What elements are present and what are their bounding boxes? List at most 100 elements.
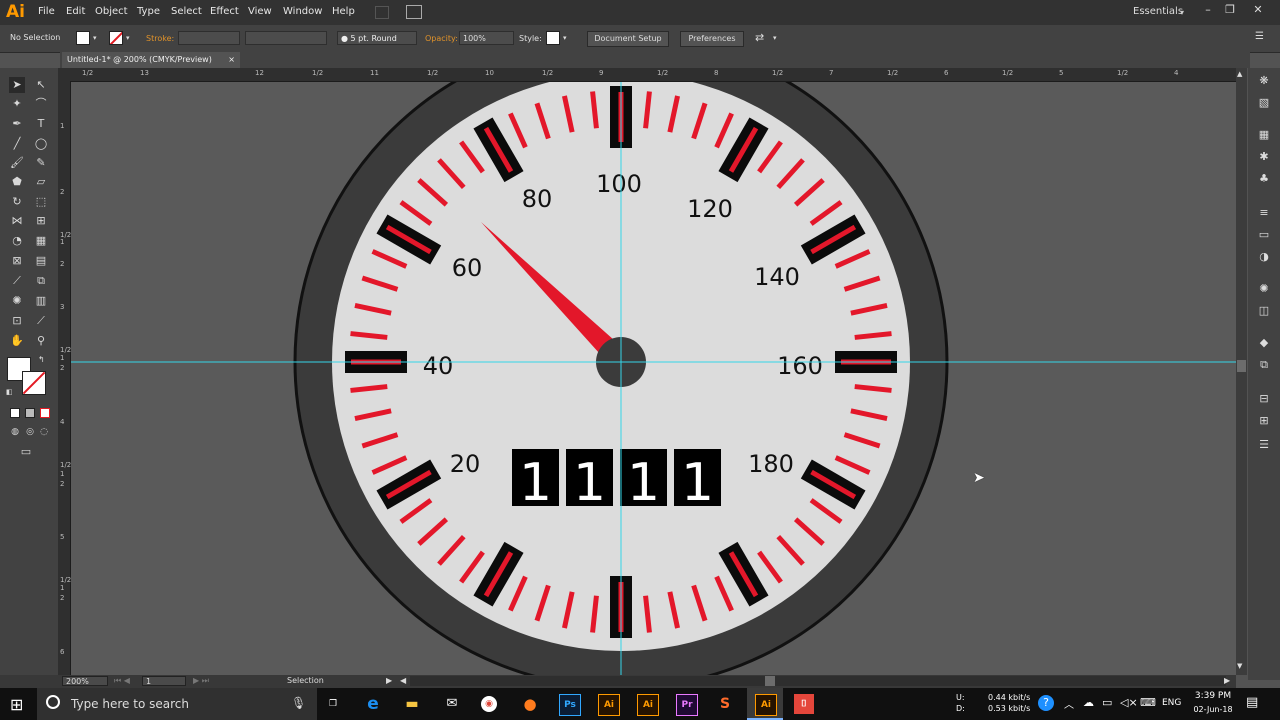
- microphone-icon[interactable]: 🎙: [291, 696, 306, 710]
- opacity-field[interactable]: 100%: [459, 31, 514, 45]
- close-tab-icon[interactable]: ×: [228, 52, 235, 68]
- stroke-weight-field[interactable]: [178, 31, 240, 45]
- gradient-panel-icon[interactable]: ▭: [1256, 228, 1272, 242]
- chevron-down-icon[interactable]: ▾: [93, 34, 97, 42]
- magic-wand-tool-icon[interactable]: ✦: [9, 96, 25, 112]
- chevron-down-icon[interactable]: ▾: [126, 34, 130, 42]
- stroke-panel-icon[interactable]: ≡: [1256, 206, 1272, 220]
- windows-start-icon[interactable]: ⊞: [10, 695, 23, 714]
- blend-tool-icon[interactable]: ⧉: [33, 273, 49, 289]
- pencil-tool-icon[interactable]: ✎: [33, 155, 49, 171]
- scroll-down-icon[interactable]: ▼: [1237, 662, 1242, 670]
- bridge-icon[interactable]: [375, 6, 389, 19]
- free-transform-tool-icon[interactable]: ⊞: [33, 213, 49, 229]
- direct-selection-tool-icon[interactable]: ↖: [33, 77, 49, 93]
- transparency-icon[interactable]: ◑: [1256, 250, 1272, 264]
- menu-select[interactable]: Select: [171, 6, 202, 17]
- network-icon[interactable]: ▭: [1102, 696, 1112, 709]
- color-mode-icon[interactable]: [10, 408, 20, 418]
- keyboard-icon[interactable]: ⌨: [1140, 696, 1156, 709]
- paintbrush-tool-icon[interactable]: 🖌: [9, 155, 25, 171]
- layers-icon[interactable]: ◆: [1256, 336, 1272, 350]
- mail-icon[interactable]: ✉: [442, 694, 462, 714]
- scroll-right-icon[interactable]: ▶: [1224, 676, 1230, 685]
- selection-tool-icon[interactable]: ➤: [9, 77, 25, 93]
- document-setup-button[interactable]: Document Setup: [587, 31, 669, 47]
- close-icon[interactable]: ✕: [1248, 3, 1268, 19]
- current-tool-status[interactable]: Selection: [287, 676, 324, 685]
- lasso-tool-icon[interactable]: ⌒: [33, 96, 49, 112]
- swatches-icon[interactable]: ▦: [1256, 128, 1272, 142]
- opacity-label[interactable]: Opacity:: [425, 34, 458, 43]
- language-indicator[interactable]: ENG: [1162, 698, 1181, 708]
- gradient-tool-icon[interactable]: ▤: [33, 253, 49, 269]
- preferences-button[interactable]: Preferences: [680, 31, 744, 47]
- menu-type[interactable]: Type: [137, 6, 160, 17]
- chevron-down-icon[interactable]: ▾: [563, 34, 567, 42]
- speedometer-artwork[interactable]: 20406080100120140160180 1111: [71, 82, 1236, 675]
- slice-tool-icon[interactable]: ⟋: [33, 313, 49, 329]
- chrome-icon[interactable]: ◉: [481, 696, 497, 712]
- ellipse-tool-icon[interactable]: ◯: [33, 136, 49, 152]
- last-artboard-icon[interactable]: ▶ ⏭: [193, 676, 209, 686]
- menu-file[interactable]: File: [38, 6, 55, 17]
- chevron-up-icon[interactable]: ︿: [1064, 696, 1074, 711]
- premiere-icon[interactable]: Pr: [676, 694, 698, 716]
- gradient-mode-icon[interactable]: [25, 408, 35, 418]
- type-tool-icon[interactable]: T: [33, 116, 49, 132]
- horizontal-scrollbar[interactable]: [410, 676, 1226, 686]
- screen-mode-icon[interactable]: ▭: [18, 444, 34, 460]
- menu-effect[interactable]: Effect: [210, 6, 239, 17]
- zoom-tool-icon[interactable]: ⚲: [33, 333, 49, 349]
- menu-help[interactable]: Help: [332, 6, 355, 17]
- artboard-number-field[interactable]: 1: [142, 676, 186, 686]
- draw-mode-icon[interactable]: ◍: [7, 424, 23, 440]
- notifications-icon[interactable]: ▤: [1246, 695, 1258, 710]
- document-tab[interactable]: Untitled-1* @ 200% (CMYK/Preview) ×: [62, 52, 240, 68]
- illustrator-icon[interactable]: Ai: [637, 694, 659, 716]
- graphic-styles-icon[interactable]: ◫: [1256, 304, 1272, 318]
- help-icon[interactable]: ?: [1038, 695, 1054, 711]
- clock-date[interactable]: 02-Jun-18: [1189, 705, 1237, 714]
- shape-builder-tool-icon[interactable]: ◔: [9, 233, 25, 249]
- menu-view[interactable]: View: [248, 6, 272, 17]
- symbols-icon[interactable]: ♣: [1256, 172, 1272, 186]
- none-mode-icon[interactable]: [40, 408, 50, 418]
- libraries-icon[interactable]: ▧: [1256, 96, 1272, 110]
- brush-definition[interactable]: ● 5 pt. Round: [337, 31, 417, 45]
- variable-width-field[interactable]: [245, 31, 327, 45]
- stroke-color-icon[interactable]: [22, 371, 46, 395]
- pathfinder-icon[interactable]: ☰: [1256, 438, 1272, 452]
- brushes-icon[interactable]: ✱: [1256, 150, 1272, 164]
- scale-tool-icon[interactable]: ⬚: [33, 194, 49, 210]
- align-icon[interactable]: ⊞: [1256, 414, 1272, 428]
- illustrator-active-icon[interactable]: Ai: [755, 694, 777, 716]
- menu-object[interactable]: Object: [95, 6, 128, 17]
- appearance-icon[interactable]: ✺: [1256, 282, 1272, 296]
- artboard-tool-icon[interactable]: ⊡: [9, 313, 25, 329]
- edge-browser-icon[interactable]: e: [363, 694, 383, 714]
- panel-menu-icon[interactable]: ☰: [1255, 31, 1264, 42]
- chevron-down-icon[interactable]: ▾: [773, 34, 777, 42]
- transform-icon[interactable]: ⊟: [1256, 392, 1272, 406]
- recorder-icon[interactable]: ⌷: [794, 694, 814, 714]
- eyedropper-tool-icon[interactable]: ⟋: [9, 273, 25, 289]
- draw-inside-icon[interactable]: ◌: [36, 424, 52, 440]
- artboards-icon[interactable]: ⧉: [1256, 358, 1272, 372]
- search-box[interactable]: Type here to search 🎙: [37, 688, 317, 720]
- panel-options-icon[interactable]: ⇄: [755, 31, 764, 44]
- vertical-ruler[interactable]: 1 2 1/2 1 2 3 1/2 1 2 4 1/2 1 2 5 1/2 1 …: [58, 68, 71, 675]
- symbol-sprayer-tool-icon[interactable]: ✺: [9, 293, 25, 309]
- mesh-tool-icon[interactable]: ⊠: [9, 253, 25, 269]
- column-graph-tool-icon[interactable]: ▥: [33, 293, 49, 309]
- horizontal-ruler[interactable]: 1/2 13 12 1/2 11 1/2 10 1/2 9 1/2 8 1/2 …: [70, 68, 1236, 82]
- cloud-icon[interactable]: ☁: [1083, 696, 1094, 709]
- style-swatch[interactable]: [546, 31, 560, 45]
- swap-colors-icon[interactable]: ↰: [38, 355, 45, 364]
- sublime-icon[interactable]: S: [715, 694, 735, 714]
- line-tool-icon[interactable]: ╱: [9, 136, 25, 152]
- arrange-documents-icon[interactable]: [406, 5, 422, 19]
- perspective-grid-tool-icon[interactable]: ▦: [33, 233, 49, 249]
- clock-time[interactable]: 3:39 PM: [1191, 691, 1235, 701]
- shaper-tool-icon[interactable]: ⬟: [9, 174, 25, 190]
